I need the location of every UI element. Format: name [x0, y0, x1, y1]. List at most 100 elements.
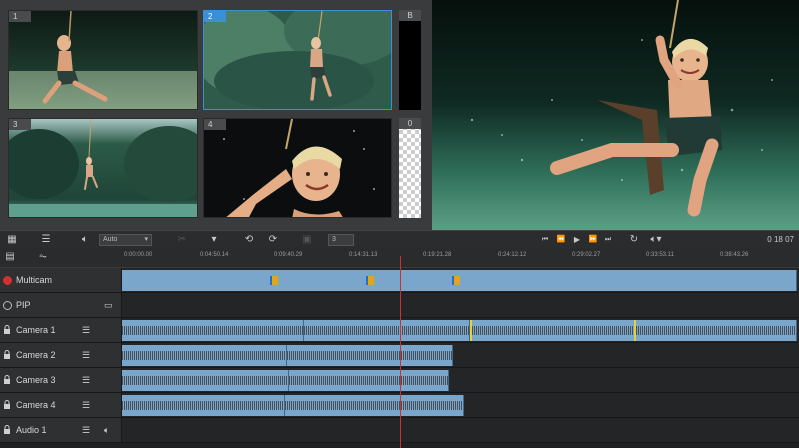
track-header[interactable]: ☰ Camera 1 [0, 318, 122, 342]
camera-2-thumbnail [204, 11, 391, 109]
angle-switch-marker[interactable] [366, 276, 374, 285]
camera-tile-2[interactable]: 2 [203, 10, 392, 110]
track-label: PIP [16, 300, 31, 310]
clip[interactable] [122, 395, 285, 416]
track-header[interactable]: ☰ Camera 3 [0, 368, 122, 392]
go-to-start-icon[interactable]: ⏮ [540, 234, 550, 246]
track-header[interactable]: Multicam [0, 268, 122, 292]
angle-switch-marker[interactable] [452, 276, 460, 285]
camera-tile-3[interactable]: 3 [8, 118, 198, 218]
cut-icon[interactable]: ✂ [176, 234, 188, 246]
tile-number: 1 [9, 11, 31, 22]
tile-number: 4 [204, 119, 226, 130]
lock-icon[interactable] [3, 425, 11, 435]
clip[interactable] [470, 320, 636, 341]
step-back-icon[interactable]: ⏪ [556, 234, 566, 246]
track-label: Camera 2 [16, 350, 56, 360]
pip-frame-icon[interactable]: ▭ [104, 300, 113, 311]
slot-label: 0 [399, 118, 421, 129]
playhead[interactable] [400, 256, 401, 448]
ruler-timecode: 0:29:02.27 [572, 252, 601, 258]
lock-icon[interactable] [3, 400, 11, 410]
clip[interactable] [285, 395, 464, 416]
ruler-timecode: 0:19:21.28 [423, 252, 452, 258]
lock-icon[interactable] [3, 375, 11, 385]
marker-icon[interactable]: ▾ [208, 234, 220, 246]
lock-icon[interactable] [3, 325, 11, 335]
audio-source-value: Auto [103, 236, 118, 243]
list-settings-icon[interactable]: ☰ [38, 234, 54, 246]
preview-player [432, 0, 799, 230]
lock-icon[interactable] [3, 350, 11, 360]
go-to-end-icon[interactable]: ⏭ [603, 234, 613, 246]
track-header[interactable]: ☰ 🔈︎ Audio 1 [0, 418, 122, 442]
track-lane[interactable] [122, 318, 799, 342]
timeline-settings-icon[interactable]: ▤ [4, 251, 16, 263]
camera-4-thumbnail [204, 119, 391, 217]
number-field[interactable]: 3 [328, 234, 354, 246]
play-icon[interactable]: ▶ [572, 234, 582, 246]
track-header[interactable]: ▭ PIP [0, 293, 122, 317]
camera-3-thumbnail [9, 119, 197, 217]
timecode-display: 0 18 07 [750, 234, 794, 246]
track-menu-icon[interactable]: ☰ [82, 425, 90, 436]
tile-number: 3 [9, 119, 31, 130]
tile-number: 2 [204, 11, 226, 22]
multicam-source-panel: 1 2 3 4 B 0 [0, 0, 432, 230]
track-lane[interactable] [122, 343, 799, 367]
camera-tile-1[interactable]: 1 [8, 10, 198, 110]
pip-toggle-icon[interactable] [3, 301, 12, 310]
audio-wave-icon[interactable]: ⏦ [36, 251, 50, 263]
clip[interactable] [122, 345, 287, 366]
speaker-icon[interactable]: 🔈︎ [104, 425, 109, 436]
chevron-down-icon: ▾ [144, 236, 148, 243]
track-label: Camera 3 [16, 375, 56, 385]
preview-frame [432, 0, 799, 230]
clip[interactable] [636, 320, 797, 341]
track-label: Multicam [16, 275, 53, 285]
clip[interactable] [289, 370, 449, 391]
repeat-icon[interactable]: ↻ [628, 234, 640, 246]
ruler-timecode: 0:38:43.26 [720, 252, 749, 258]
sync-time-icon[interactable]: ⟳ [266, 234, 280, 246]
clip[interactable] [122, 370, 289, 391]
track-header[interactable]: ☰ Camera 2 [0, 343, 122, 367]
track-lane[interactable] [122, 268, 799, 292]
track-lane[interactable] [122, 368, 799, 392]
track-menu-icon[interactable]: ☰ [82, 350, 90, 361]
track-menu-icon[interactable]: ☰ [82, 375, 90, 386]
angle-switch-marker[interactable] [270, 276, 278, 285]
track-menu-icon[interactable]: ☰ [82, 325, 90, 336]
slot-label: B [399, 10, 421, 21]
ruler-timecode: 0:33:53.11 [646, 252, 674, 258]
sync-audio-icon[interactable]: ⟲ [242, 234, 256, 246]
grid-layout-icon[interactable]: ▦ [6, 234, 18, 246]
clip[interactable] [304, 320, 470, 341]
transparent-slot-0[interactable]: 0 [399, 118, 421, 218]
ruler-timecode: 0:24:12.12 [498, 252, 527, 258]
track-lane[interactable] [122, 418, 799, 442]
audio-source-dropdown[interactable]: Auto ▾ [99, 234, 152, 246]
clip[interactable] [122, 320, 304, 341]
speaker-icon[interactable]: 🔈︎ [78, 234, 92, 246]
blank-slot-b[interactable]: B [399, 10, 421, 110]
camera-tile-4[interactable]: 4 [203, 118, 392, 218]
frame-icon[interactable]: ▣ [300, 234, 314, 246]
track-lane[interactable] [122, 393, 799, 417]
preview-toolbar: ⏮ ⏪ ▶ ⏩ ⏭ ↻ 🔈︎▾ 0 18 07 [432, 230, 799, 248]
track-label: Camera 1 [16, 325, 56, 335]
camera-1-thumbnail [9, 11, 197, 109]
ruler-timecode: 0:00:00.00 [124, 252, 153, 258]
ruler-timecode: 0:04:50.14 [200, 252, 229, 258]
track-lane[interactable] [122, 293, 799, 317]
clip[interactable] [287, 345, 453, 366]
timecode: 0 18 07 [767, 235, 794, 244]
volume-icon[interactable]: 🔈︎▾ [648, 234, 664, 246]
step-forward-icon[interactable]: ⏩ [588, 234, 598, 246]
track-label: Audio 1 [16, 425, 47, 435]
ruler-timecode: 0:14:31.13 [349, 252, 378, 258]
track-header[interactable]: ☰ Camera 4 [0, 393, 122, 417]
source-toolbar: ▦ ☰ 🔈︎ Auto ▾ ✂ ▾ ⟲ ⟳ ▣ 3 [0, 230, 432, 248]
track-menu-icon[interactable]: ☰ [82, 400, 90, 411]
record-icon[interactable] [3, 276, 12, 285]
